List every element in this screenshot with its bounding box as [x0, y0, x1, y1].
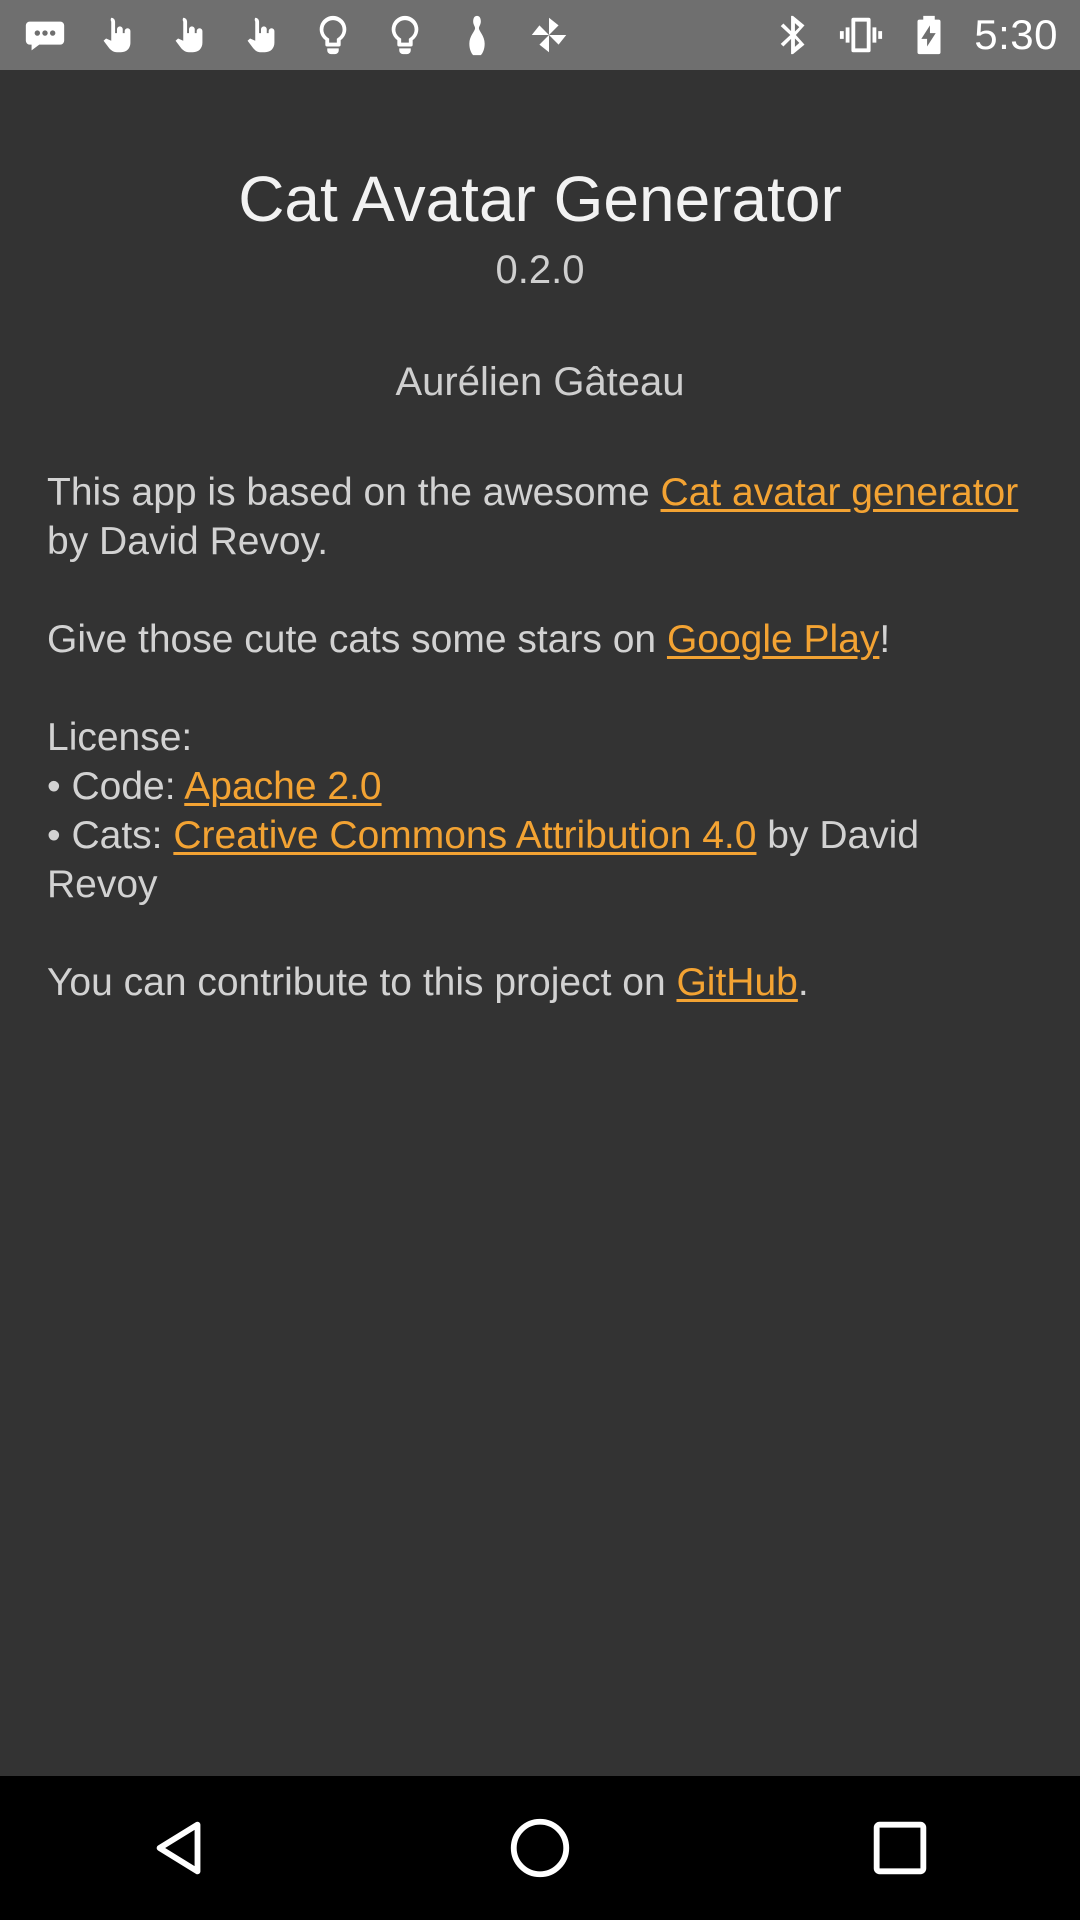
apache-license-link[interactable]: Apache 2.0: [184, 765, 381, 808]
notification-icons: [0, 12, 572, 58]
cat-avatar-generator-link[interactable]: Cat avatar generator: [661, 471, 1019, 514]
battery-charging-icon: [906, 12, 952, 58]
license-code-label: • Code:: [47, 765, 185, 808]
rating-paragraph: Give those cute cats some stars on Googl…: [47, 615, 1037, 664]
status-clock: 5:30: [974, 11, 1058, 58]
status-bar: 5:30: [0, 0, 1080, 70]
pinwheel-icon: [526, 12, 572, 58]
back-icon: [156, 1821, 201, 1875]
about-screen: Cat Avatar Generator 0.2.0 Aurélien Gâte…: [0, 70, 1080, 1776]
author-name: Aurélien Gâteau: [395, 360, 685, 404]
contribute-suffix: .: [797, 961, 809, 1004]
messaging-icon: [22, 12, 68, 58]
navigation-bar: [0, 1776, 1080, 1920]
credits-suffix: by David Revoy.: [47, 520, 329, 563]
license-cats-line: • Cats: Creative Commons Attribution 4.0…: [47, 811, 1037, 909]
contribute-paragraph: You can contribute to this project on Gi…: [47, 958, 1037, 1007]
touch-icon: [94, 12, 140, 58]
bluetooth-icon: [770, 12, 816, 58]
system-icons: 5:30: [770, 11, 1080, 59]
about-body: This app is based on the awesome Cat ava…: [47, 468, 1037, 1007]
credits-paragraph: This app is based on the awesome Cat ava…: [47, 468, 1037, 566]
credits-text: This app is based on the awesome: [47, 471, 661, 514]
vibrate-icon: [838, 12, 884, 58]
google-play-link[interactable]: Google Play: [667, 618, 879, 661]
github-link[interactable]: GitHub: [676, 961, 797, 1004]
lightbulb-icon: [310, 12, 356, 58]
rating-suffix: !: [879, 618, 891, 661]
lightbulb-icon: [382, 12, 428, 58]
home-icon: [510, 1818, 570, 1878]
license-cats-label: • Cats:: [47, 814, 174, 857]
touch-icon: [238, 12, 284, 58]
back-button[interactable]: [120, 1788, 240, 1908]
contribute-text: You can contribute to this project on: [47, 961, 677, 1004]
recents-button[interactable]: [840, 1788, 960, 1908]
app-title: Cat Avatar Generator: [238, 163, 842, 235]
app-version: 0.2.0: [495, 248, 585, 292]
home-button[interactable]: [480, 1788, 600, 1908]
rating-text: Give those cute cats some stars on: [47, 618, 667, 661]
touch-icon: [166, 12, 212, 58]
creative-commons-link[interactable]: Creative Commons Attribution 4.0: [173, 814, 756, 857]
recents-icon: [873, 1821, 927, 1875]
license-code-line: • Code: Apache 2.0: [47, 762, 1037, 811]
license-heading: License:: [47, 716, 193, 759]
bowling-pin-icon: [454, 12, 500, 58]
